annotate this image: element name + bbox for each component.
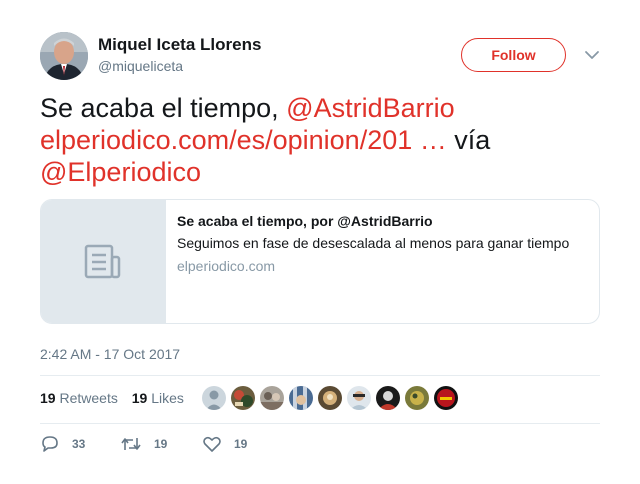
liker-avatar[interactable] [347, 386, 371, 410]
chevron-down-icon[interactable] [584, 48, 600, 62]
like-count: 19 [234, 437, 248, 451]
article-url-link[interactable]: elperiodico.com/es/opinion/201 … [40, 125, 447, 155]
retweet-icon [121, 438, 141, 450]
retweet-action[interactable]: 19 [120, 434, 167, 454]
liker-avatar[interactable] [405, 386, 429, 410]
like-action[interactable]: 19 [202, 434, 247, 454]
document-icon [84, 244, 121, 279]
liker-avatar[interactable] [202, 386, 226, 410]
mention-link-elperiodico[interactable]: @Elperiodico [40, 157, 201, 187]
card-domain: elperiodico.com [177, 258, 276, 274]
retweets-count: 19 [40, 390, 56, 406]
liker-avatar[interactable] [376, 386, 400, 410]
tweet-text: Se acaba el tiempo, @AstridBarrio elperi… [40, 92, 600, 188]
divider [40, 423, 600, 424]
card-description: Seguimos en fase de desescalada al menos… [177, 235, 570, 251]
link-preview-card[interactable]: Se acaba el tiempo, por @AstridBarrio Se… [40, 199, 600, 324]
liker-avatar[interactable] [318, 386, 342, 410]
likers-avatars [202, 386, 463, 412]
mention-link-astridbarrio[interactable]: @AstridBarrio [286, 93, 454, 123]
likes-stat[interactable]: 19 Likes [132, 390, 184, 406]
tweet-text-segment: Se acaba el tiempo, [40, 93, 287, 123]
author-name[interactable]: Miquel Iceta Llorens [98, 35, 261, 55]
divider [40, 375, 600, 376]
retweets-stat[interactable]: 19 Retweets [40, 390, 118, 406]
heart-icon [203, 436, 221, 452]
reply-count: 33 [72, 437, 86, 451]
reply-action[interactable]: 33 [40, 434, 85, 454]
liker-avatar[interactable] [289, 386, 313, 410]
author-avatar[interactable] [40, 32, 88, 80]
likes-label: Likes [151, 390, 184, 406]
author-handle[interactable]: @miqueliceta [98, 58, 183, 74]
liker-avatar[interactable] [260, 386, 284, 410]
retweets-label: Retweets [59, 390, 118, 406]
likes-count: 19 [131, 390, 148, 406]
card-thumbnail [41, 200, 166, 323]
card-title: Se acaba el tiempo, por @AstridBarrio [177, 213, 433, 229]
liker-avatar[interactable] [231, 386, 255, 410]
liker-avatar[interactable] [434, 386, 458, 410]
reply-icon [42, 436, 58, 452]
tweet-text-segment: vía [446, 125, 491, 155]
tweet-stats: 19 Retweets 19 Likes [40, 390, 194, 406]
retweet-count: 19 [154, 437, 168, 451]
tweet-timestamp[interactable]: 2:42 AM - 17 Oct 2017 [40, 346, 180, 362]
follow-button[interactable]: Follow [461, 38, 566, 72]
